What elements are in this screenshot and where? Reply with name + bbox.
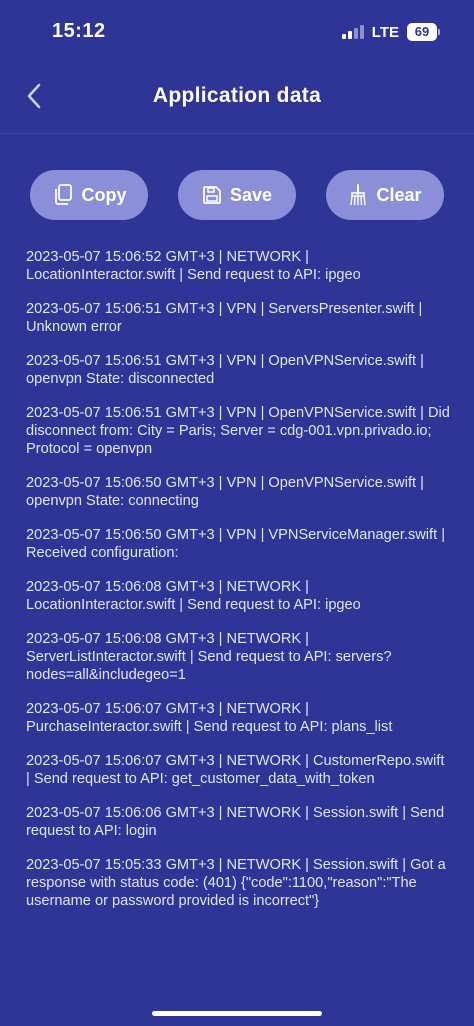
- action-toolbar: Copy Save Clear: [0, 170, 474, 220]
- clear-button[interactable]: Clear: [326, 170, 444, 220]
- copy-label: Copy: [81, 184, 127, 205]
- status-time: 15:12: [52, 20, 106, 42]
- clear-label: Clear: [376, 184, 422, 205]
- log-entry: 2023-05-07 15:06:52 GMT+3 | NETWORK | Lo…: [26, 249, 361, 283]
- copy-icon: [54, 184, 72, 205]
- log-entry: 2023-05-07 15:06:06 GMT+3 | NETWORK | Se…: [26, 805, 445, 839]
- home-indicator[interactable]: [152, 1011, 322, 1016]
- broom-icon: [350, 184, 367, 206]
- network-type: LTE: [371, 23, 399, 41]
- status-indicators: LTE 69: [341, 22, 440, 42]
- navigation-bar: Application data: [0, 62, 474, 134]
- battery-level: 69: [407, 23, 437, 41]
- log-entry: 2023-05-07 15:05:33 GMT+3 | NETWORK | Se…: [26, 857, 446, 909]
- log-entry: 2023-05-07 15:06:50 GMT+3 | VPN | OpenVP…: [26, 475, 424, 509]
- log-entry: 2023-05-07 15:06:50 GMT+3 | VPN | VPNSer…: [26, 527, 445, 561]
- save-label: Save: [229, 184, 273, 205]
- log-entry: 2023-05-07 15:06:08 GMT+3 | NETWORK | Se…: [26, 631, 392, 683]
- floppy-disk-icon: [203, 186, 221, 204]
- status-bar: 15:12 LTE 69: [0, 0, 474, 62]
- log-entry: 2023-05-07 15:06:07 GMT+3 | NETWORK | Cu…: [26, 753, 445, 787]
- log-entry: 2023-05-07 15:06:51 GMT+3 | VPN | Server…: [26, 301, 423, 335]
- cellular-signal-icon: [341, 25, 364, 39]
- page-title: Application data: [152, 84, 322, 107]
- log-entry: 2023-05-07 15:06:51 GMT+3 | VPN | OpenVP…: [26, 405, 450, 457]
- log-entry: 2023-05-07 15:06:08 GMT+3 | NETWORK | Lo…: [26, 579, 361, 613]
- log-list[interactable]: 2023-05-07 15:06:52 GMT+3 | NETWORK | Lo…: [26, 248, 452, 926]
- log-entry: 2023-05-07 15:06:07 GMT+3 | NETWORK | Pu…: [26, 701, 393, 735]
- copy-button[interactable]: Copy: [30, 170, 148, 220]
- log-entry: 2023-05-07 15:06:51 GMT+3 | VPN | OpenVP…: [26, 353, 424, 387]
- battery-icon: 69: [407, 23, 440, 41]
- save-button[interactable]: Save: [178, 170, 296, 220]
